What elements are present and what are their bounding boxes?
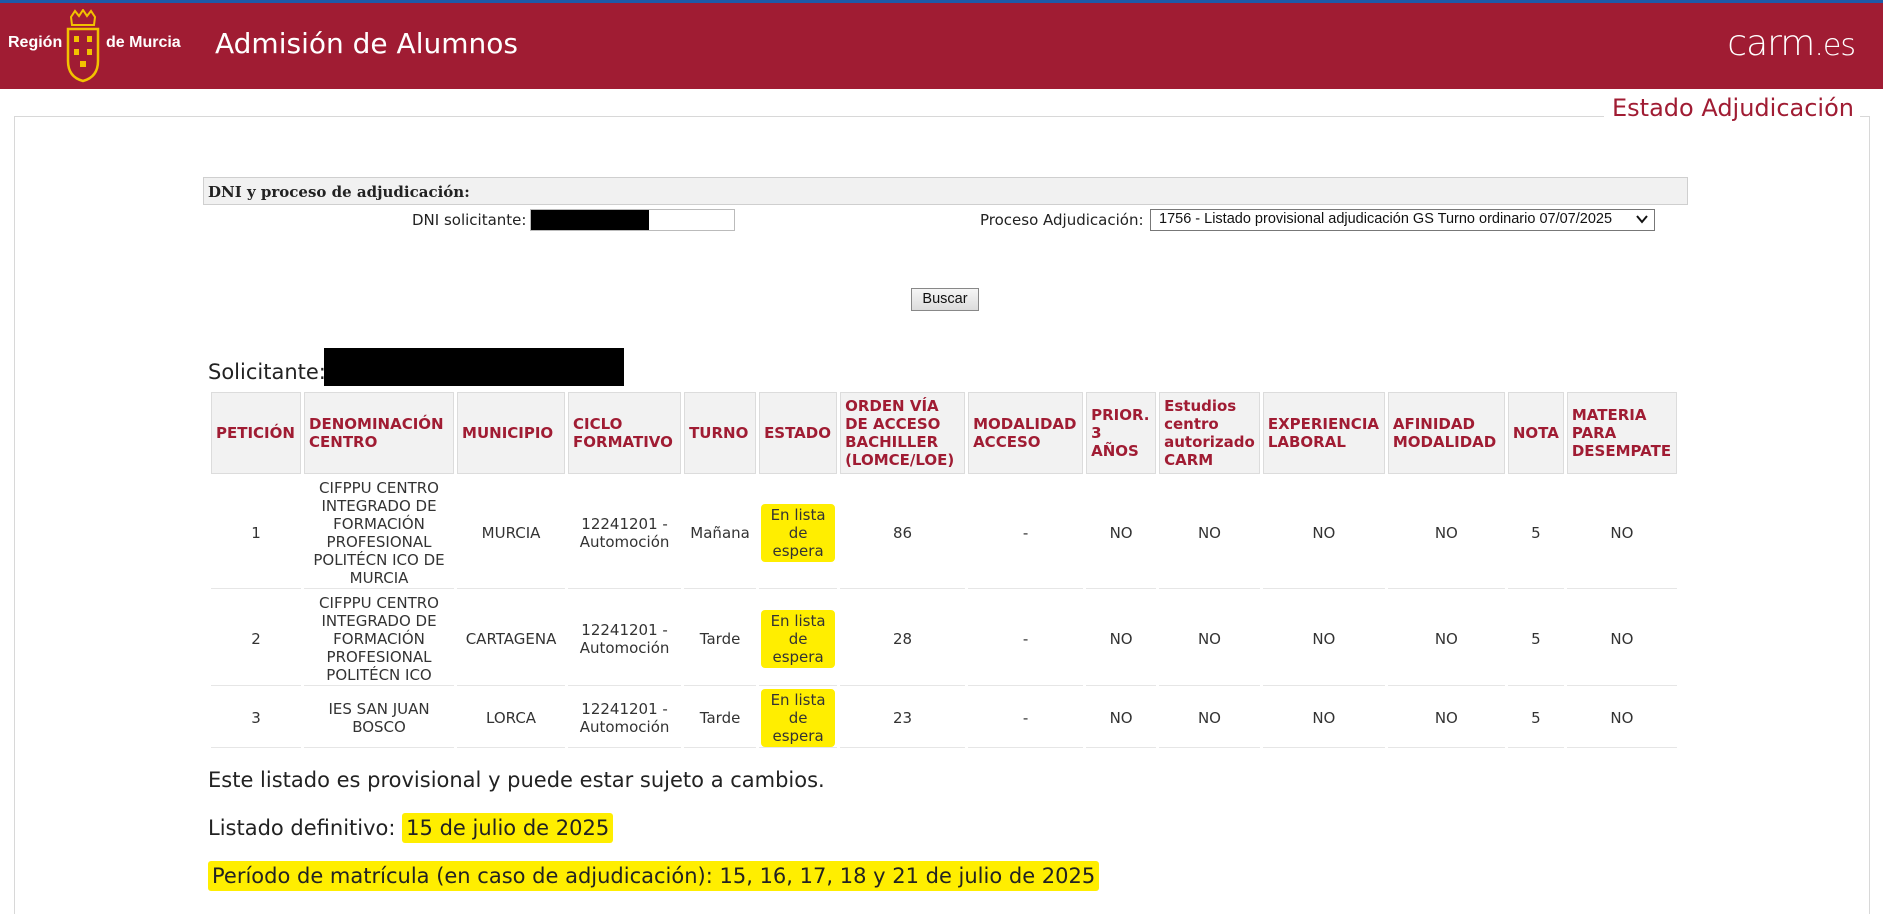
column-header-estudios: Estudios centro autorizado CARM [1159,392,1260,474]
region-murcia-logo[interactable]: Región de Murcia [8,7,183,85]
cell-materia: NO [1566,477,1677,589]
table-row: 1 CIFPPU CENTRO INTEGRADO DE FORMACIÓN P… [211,477,1677,589]
cell-peticion: 3 [211,689,302,748]
logo-text-right: de Murcia [106,34,181,51]
cell-peticion: 2 [211,592,302,686]
proceso-select[interactable]: 1756 - Listado provisional adjudicación … [1150,209,1655,231]
carm-logo[interactable]: carm.es [1727,23,1856,64]
results-table: PETICIÓN DENOMINACIÓN CENTRO MUNICIPIO C… [208,389,1680,751]
cell-afinidad: NO [1387,689,1505,748]
cell-modalidad: - [968,689,1084,748]
table-row: 3 IES SAN JUAN BOSCO LORCA 12241201 - Au… [211,689,1677,748]
column-header-peticion: PETICIÓN [211,392,302,474]
provisional-note: Este listado es provisional y puede esta… [208,768,825,792]
enrollment-period: Período de matrícula (en caso de adjudic… [208,861,1100,891]
cell-materia: NO [1566,689,1677,748]
app-title: Admisión de Alumnos [215,27,518,60]
cell-estado: En lista de espera [759,477,838,589]
column-header-prior: PRIOR. 3 AÑOS [1086,392,1157,474]
column-header-ciclo: CICLO FORMATIVO [568,392,682,474]
cell-orden-via: 28 [840,592,966,686]
cell-ciclo: 12241201 - Automoción [568,477,682,589]
column-header-experiencia: EXPERIENCIA LABORAL [1262,392,1385,474]
buscar-button[interactable]: Buscar [911,288,979,311]
cell-municipio: LORCA [457,689,566,748]
cell-experiencia: NO [1262,689,1385,748]
cell-experiencia: NO [1262,477,1385,589]
column-header-modalidad: MODALIDAD ACCESO [968,392,1084,474]
cell-nota: 5 [1507,689,1564,748]
cell-afinidad: NO [1387,592,1505,686]
chevron-down-icon [1635,212,1649,229]
cell-prior: NO [1086,689,1157,748]
cell-peticion: 1 [211,477,302,589]
cell-orden-via: 23 [840,689,966,748]
column-header-materia: MATERIA PARA DESEMPATE [1566,392,1677,474]
cell-ciclo: 12241201 - Automoción [568,592,682,686]
dni-redaction [531,210,649,230]
cell-modalidad: - [968,592,1084,686]
cell-estudios: NO [1159,689,1260,748]
cell-municipio: CARTAGENA [457,592,566,686]
cell-municipio: MURCIA [457,477,566,589]
cell-turno: Mañana [684,477,757,589]
cell-denominacion: CIFPPU CENTRO INTEGRADO DE FORMACIÓN PRO… [304,477,455,589]
column-header-afinidad: AFINIDAD MODALIDAD [1387,392,1505,474]
solicitante-name-redaction [324,348,624,386]
site-header: Región de Murcia Admisión de Alumnos car… [0,3,1883,89]
carm-logo-suffix: .es [1814,28,1856,63]
cell-turno: Tarde [684,689,757,748]
table-header-row: PETICIÓN DENOMINACIÓN CENTRO MUNICIPIO C… [211,392,1677,474]
definitive-date: 15 de julio de 2025 [402,813,614,843]
carm-logo-main: carm [1727,23,1815,64]
column-header-orden-via: ORDEN VÍA DE ACCESO BACHILLER (LOMCE/LOE… [840,392,966,474]
form-section-header: DNI y proceso de adjudicación: [203,177,1688,205]
cell-modalidad: - [968,477,1084,589]
cell-denominacion: CIFPPU CENTRO INTEGRADO DE FORMACIÓN PRO… [304,592,455,686]
table-row: 2 CIFPPU CENTRO INTEGRADO DE FORMACIÓN P… [211,592,1677,686]
coat-of-arms-icon [66,9,100,83]
cell-estudios: NO [1159,592,1260,686]
cell-prior: NO [1086,592,1157,686]
proceso-selected-value: 1756 - Listado provisional adjudicación … [1159,211,1613,227]
definitive-label: Listado definitivo: [208,816,396,840]
cell-orden-via: 86 [840,477,966,589]
estado-badge: En lista de espera [761,503,836,562]
proceso-label: Proceso Adjudicación: [980,211,1144,229]
estado-badge: En lista de espera [761,689,836,747]
cell-nota: 5 [1507,477,1564,589]
column-header-turno: TURNO [684,392,757,474]
cell-estado: En lista de espera [759,689,838,748]
cell-afinidad: NO [1387,477,1505,589]
dni-input[interactable] [530,209,735,231]
form-section-title: DNI y proceso de adjudicación: [208,183,470,201]
column-header-denominacion: DENOMINACIÓN CENTRO [304,392,455,474]
cell-nota: 5 [1507,592,1564,686]
logo-text-left: Región [8,34,63,51]
cell-turno: Tarde [684,592,757,686]
enrollment-note: Período de matrícula (en caso de adjudic… [208,861,1100,891]
dni-label: DNI solicitante: [412,211,527,229]
estado-badge: En lista de espera [761,609,836,668]
column-header-municipio: MUNICIPIO [457,392,566,474]
cell-ciclo: 12241201 - Automoción [568,689,682,748]
definitive-note: Listado definitivo: 15 de julio de 2025 [208,813,614,843]
column-header-nota: NOTA [1507,392,1564,474]
cell-denominacion: IES SAN JUAN BOSCO [304,689,455,748]
column-header-estado: ESTADO [759,392,838,474]
cell-estudios: NO [1159,477,1260,589]
cell-prior: NO [1086,477,1157,589]
solicitante-label: Solicitante: [208,360,326,384]
section-title: Estado Adjudicación [1603,94,1860,122]
cell-materia: NO [1566,592,1677,686]
cell-estado: En lista de espera [759,592,838,686]
cell-experiencia: NO [1262,592,1385,686]
